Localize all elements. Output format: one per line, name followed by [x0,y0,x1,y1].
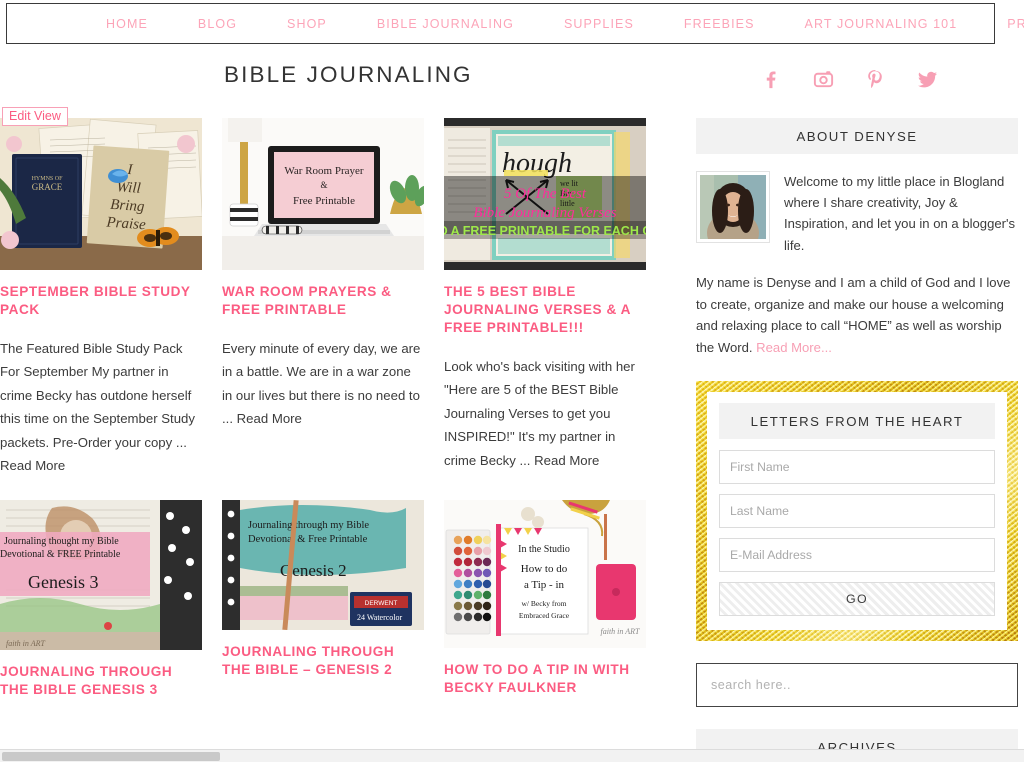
post-title[interactable]: WAR ROOM PRAYERS & FREE PRINTABLE [222,283,424,319]
post-card: Journaling through my Bible Devotional &… [222,499,424,699]
post-title[interactable]: SEPTEMBER BIBLE STUDY PACK [0,283,202,319]
svg-text:Genesis 3: Genesis 3 [28,572,99,592]
newsletter-widget: LETTERS FROM THE HEART GO [696,381,1018,641]
edit-view-badge[interactable]: Edit View [2,107,68,126]
post-card: War Room Prayer & Free Printable WAR ROO… [222,118,424,478]
svg-text:Devotional & FREE Printable: Devotional & FREE Printable [0,549,121,560]
svg-text:Devotional & Free Printable: Devotional & Free Printable [248,534,368,545]
svg-text:In the Studio: In the Studio [518,544,570,555]
about-paragraph-text: My name is Denyse and I am a child of Go… [696,274,1011,356]
svg-text:w/ Becky from: w/ Becky from [522,599,567,608]
page-header: BIBLE JOURNALING [0,52,1010,108]
post-thumbnail[interactable]: Journaling through my Bible Devotional &… [222,499,424,630]
post-title[interactable]: JOURNALING THROUGH THE BIBLE – GENESIS 2 [222,643,424,679]
newsletter-frame: LETTERS FROM THE HEART GO [696,381,1018,641]
svg-text:faith in ART: faith in ART [601,627,641,636]
svg-text:Bring: Bring [110,197,146,215]
svg-text:&: & [320,180,327,190]
post-card: hough we lit Bur little 5 Of The Best Bibl… [444,118,646,478]
post-thumbnail[interactable]: hough we lit Bur little 5 Of The Best Bibl… [444,118,646,270]
newsletter-heading: LETTERS FROM THE HEART [719,402,995,439]
svg-text:Embraced Grace: Embraced Grace [519,611,570,620]
about-paragraph: My name is Denyse and I am a child of Go… [696,272,1018,359]
post-thumbnail[interactable]: In the Studio How to do a Tip - in w/ Be… [444,499,646,648]
pinterest-icon[interactable] [862,66,888,92]
post-title[interactable]: JOURNALING THROUGH THE BIBLE GENESIS 3 [0,663,202,699]
svg-text:5 Of The Best: 5 Of The Best [504,186,587,202]
svg-text:faith in ART: faith in ART [6,639,46,648]
about-heading: ABOUT DENYSE [696,118,1018,154]
svg-text:How to do: How to do [521,563,568,575]
post-excerpt: The Featured Bible Study Pack For Septem… [0,340,195,474]
post-excerpt: Every minute of every day, we are in a b… [222,340,421,427]
page-title: BIBLE JOURNALING [224,62,473,87]
about-widget: ABOUT DENYSE Welcome to my little place … [696,118,1018,359]
post-grid-wrapper: Edit View I Will Bring Praise HYMNS OF G… [0,107,672,699]
first-name-input[interactable] [719,449,995,484]
nav-bible-journaling[interactable]: BIBLE JOURNALING [352,17,539,31]
post-thumbnail[interactable]: I Will Bring Praise HYMNS OF GRACE [0,118,202,270]
email-input[interactable] [719,537,995,572]
about-body: Welcome to my little place in Blogland w… [696,154,1018,359]
last-name-input[interactable] [719,493,995,528]
post-card: Journaling thought my Bible Devotional &… [0,499,202,699]
horizontal-scrollbar-thumb[interactable] [2,752,220,761]
nav-freebies[interactable]: FREEBIES [659,17,780,31]
svg-text:24 Watercolor: 24 Watercolor [357,613,403,622]
main-navigation: HOME BLOG SHOP BIBLE JOURNALING SUPPLIES… [6,3,1024,44]
nav-blog[interactable]: BLOG [173,17,262,31]
nav-list: HOME BLOG SHOP BIBLE JOURNALING SUPPLIES… [7,17,1024,31]
post-title[interactable]: HOW TO DO A TIP IN WITH BECKY FAULKNER [444,661,646,697]
avatar [696,171,770,243]
social-links [758,66,940,92]
svg-text:War Room Prayer: War Room Prayer [284,165,363,177]
svg-text:Free Printable: Free Printable [293,195,355,207]
facebook-icon[interactable] [758,66,784,92]
svg-text:Journaling through my Bible: Journaling through my Bible [248,520,369,531]
about-top: Welcome to my little place in Blogland w… [696,171,1018,256]
svg-text:DERWENT: DERWENT [365,600,398,607]
post-thumbnail[interactable]: Journaling thought my Bible Devotional &… [0,499,202,650]
about-read-more-link[interactable]: Read More... [756,340,832,355]
nav-home[interactable]: HOME [81,17,173,31]
svg-text:Praise: Praise [105,215,147,234]
svg-text:a Tip - in: a Tip - in [524,579,565,591]
svg-text:Bible Journaling Verses: Bible Journaling Verses [473,205,616,221]
search-input[interactable] [696,662,1018,707]
about-intro: Welcome to my little place in Blogland w… [784,174,1016,253]
sidebar: ABOUT DENYSE Welcome to my little place … [696,118,1018,762]
post-card: In the Studio How to do a Tip - in w/ Be… [444,499,646,699]
post-grid: Edit View I Will Bring Praise HYMNS OF G… [0,107,672,699]
newsletter-inner: LETTERS FROM THE HEART GO [707,391,1007,630]
svg-text:AND A FREE PRINTABLE FOR EACH: AND A FREE PRINTABLE FOR EACH ONE [444,224,646,238]
nav-prompts[interactable]: PROMPTS [982,17,1024,31]
newsletter-go-button[interactable]: GO [719,581,995,616]
nav-shop[interactable]: SHOP [262,17,352,31]
search-widget [696,662,1018,707]
nav-supplies[interactable]: SUPPLIES [539,17,659,31]
horizontal-scrollbar[interactable] [0,749,1024,762]
post-card: Edit View I Will Bring Praise HYMNS OF G… [0,107,202,478]
instagram-icon[interactable] [810,66,836,92]
post-title[interactable]: THE 5 BEST BIBLE JOURNALING VERSES & A F… [444,283,646,337]
nav-art-journaling-101[interactable]: ART JOURNALING 101 [780,17,983,31]
svg-text:GRACE: GRACE [32,182,63,192]
page-root: HOME BLOG SHOP BIBLE JOURNALING SUPPLIES… [0,0,1024,762]
post-excerpt: Look who's back visiting with her "Here … [444,358,635,468]
post-thumbnail[interactable]: War Room Prayer & Free Printable [222,118,424,270]
twitter-icon[interactable] [914,66,940,92]
svg-text:Journaling thought my Bible: Journaling thought my Bible [4,536,119,547]
